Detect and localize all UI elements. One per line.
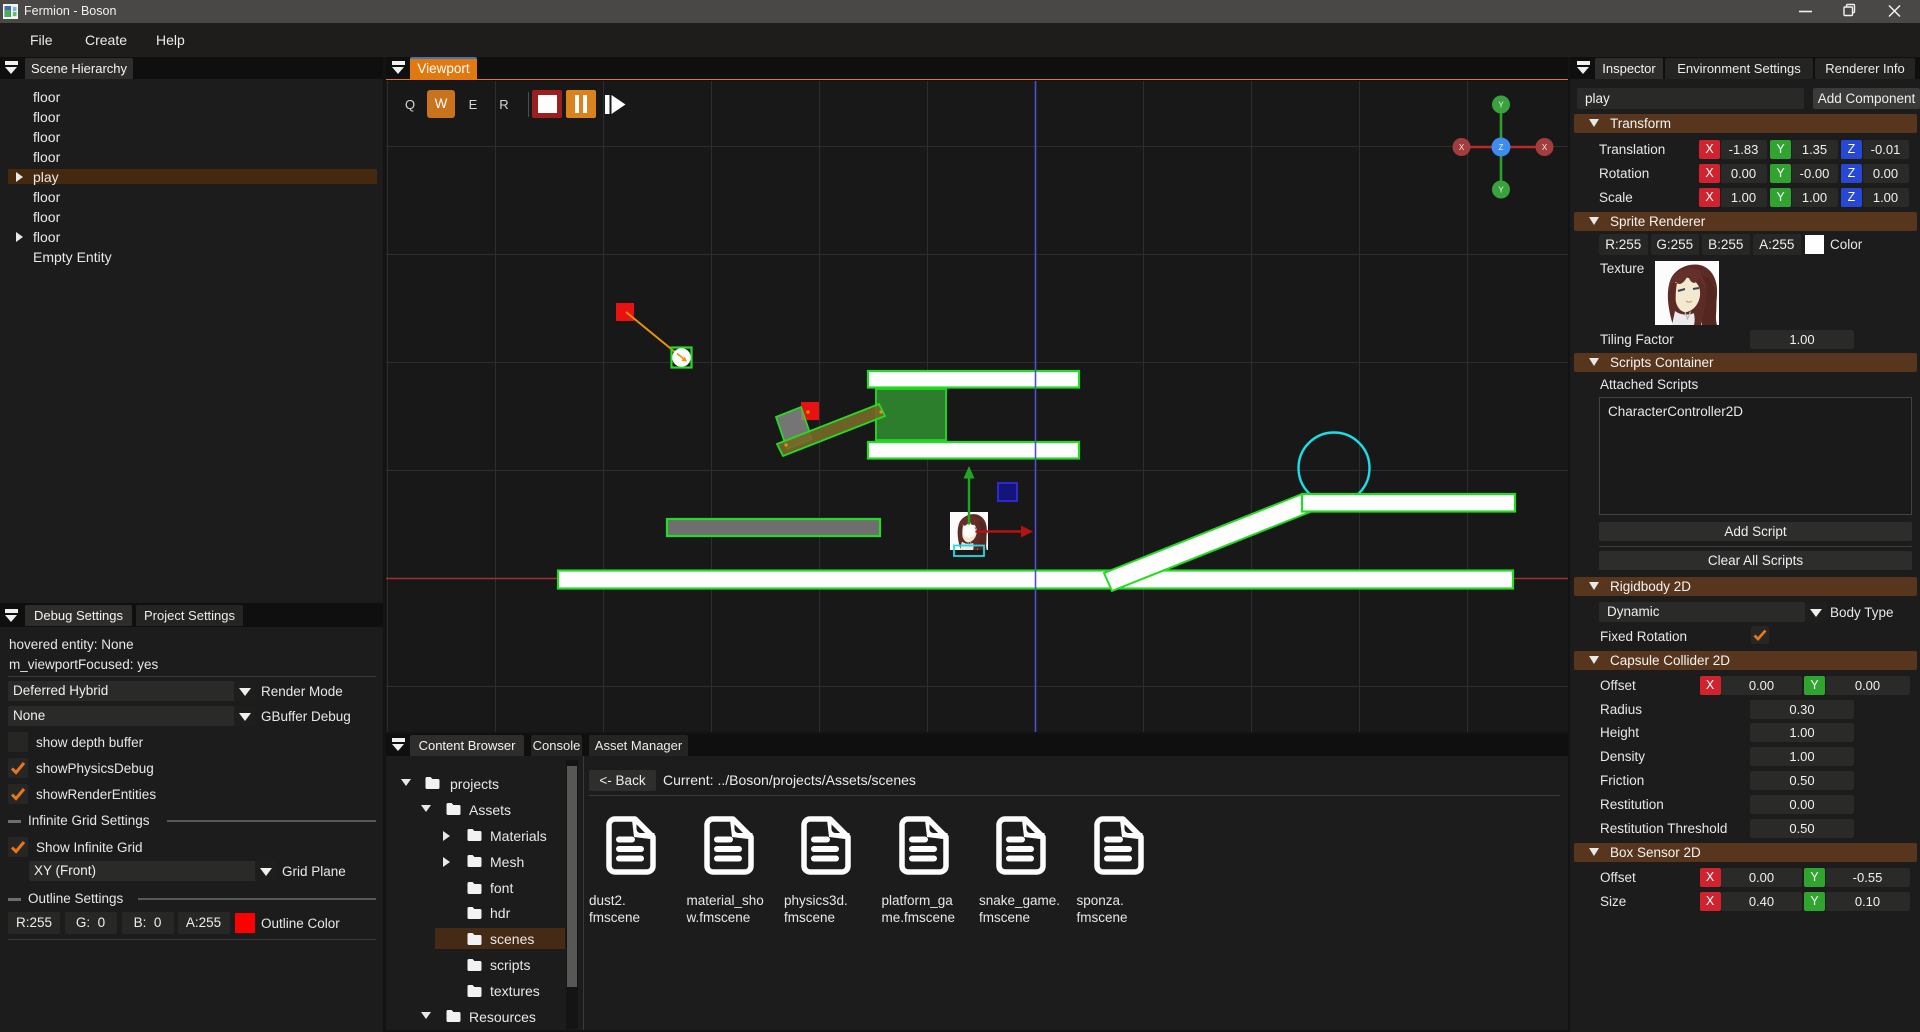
svg-text:Y: Y [1498, 186, 1504, 195]
svg-text:X: X [1542, 143, 1548, 152]
svg-text:Z: Z [1499, 143, 1504, 152]
svg-text:X: X [1459, 143, 1465, 152]
svg-text:Y: Y [1498, 101, 1504, 110]
